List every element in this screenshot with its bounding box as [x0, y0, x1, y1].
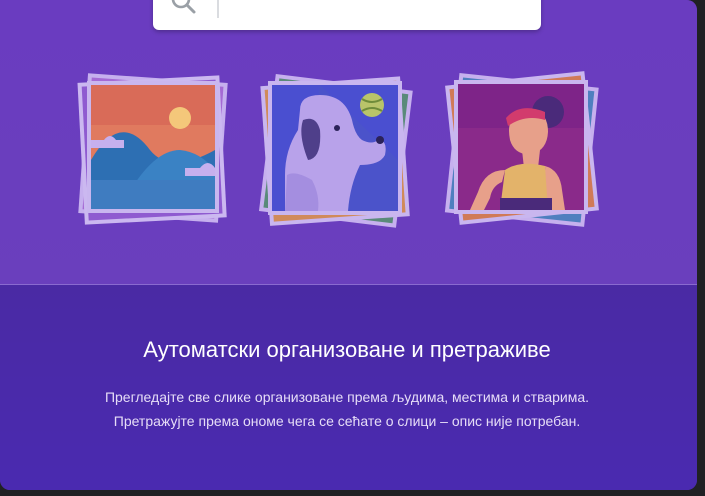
search-divider [217, 0, 219, 18]
search-input[interactable] [227, 0, 531, 24]
landscape-photo-icon [77, 73, 228, 225]
intro-description-line-2: Претражујте према ономе чега се сећате о… [113, 413, 581, 429]
lower-text-area [0, 285, 697, 490]
intro-title: Аутоматски организоване и претраживе [143, 337, 551, 362]
hero-illustration-area [0, 0, 697, 285]
dog-photo-icon [258, 73, 413, 228]
search-bar[interactable] [153, 0, 541, 30]
person-photo-icon [444, 71, 599, 227]
photo-stacks-illustration [77, 71, 599, 228]
photos-intro-card: Аутоматски организоване и претраживе Пре… [0, 0, 697, 490]
search-icon[interactable] [169, 0, 199, 24]
intro-description-line-1: Прегледајте све слике организоване према… [104, 389, 590, 405]
